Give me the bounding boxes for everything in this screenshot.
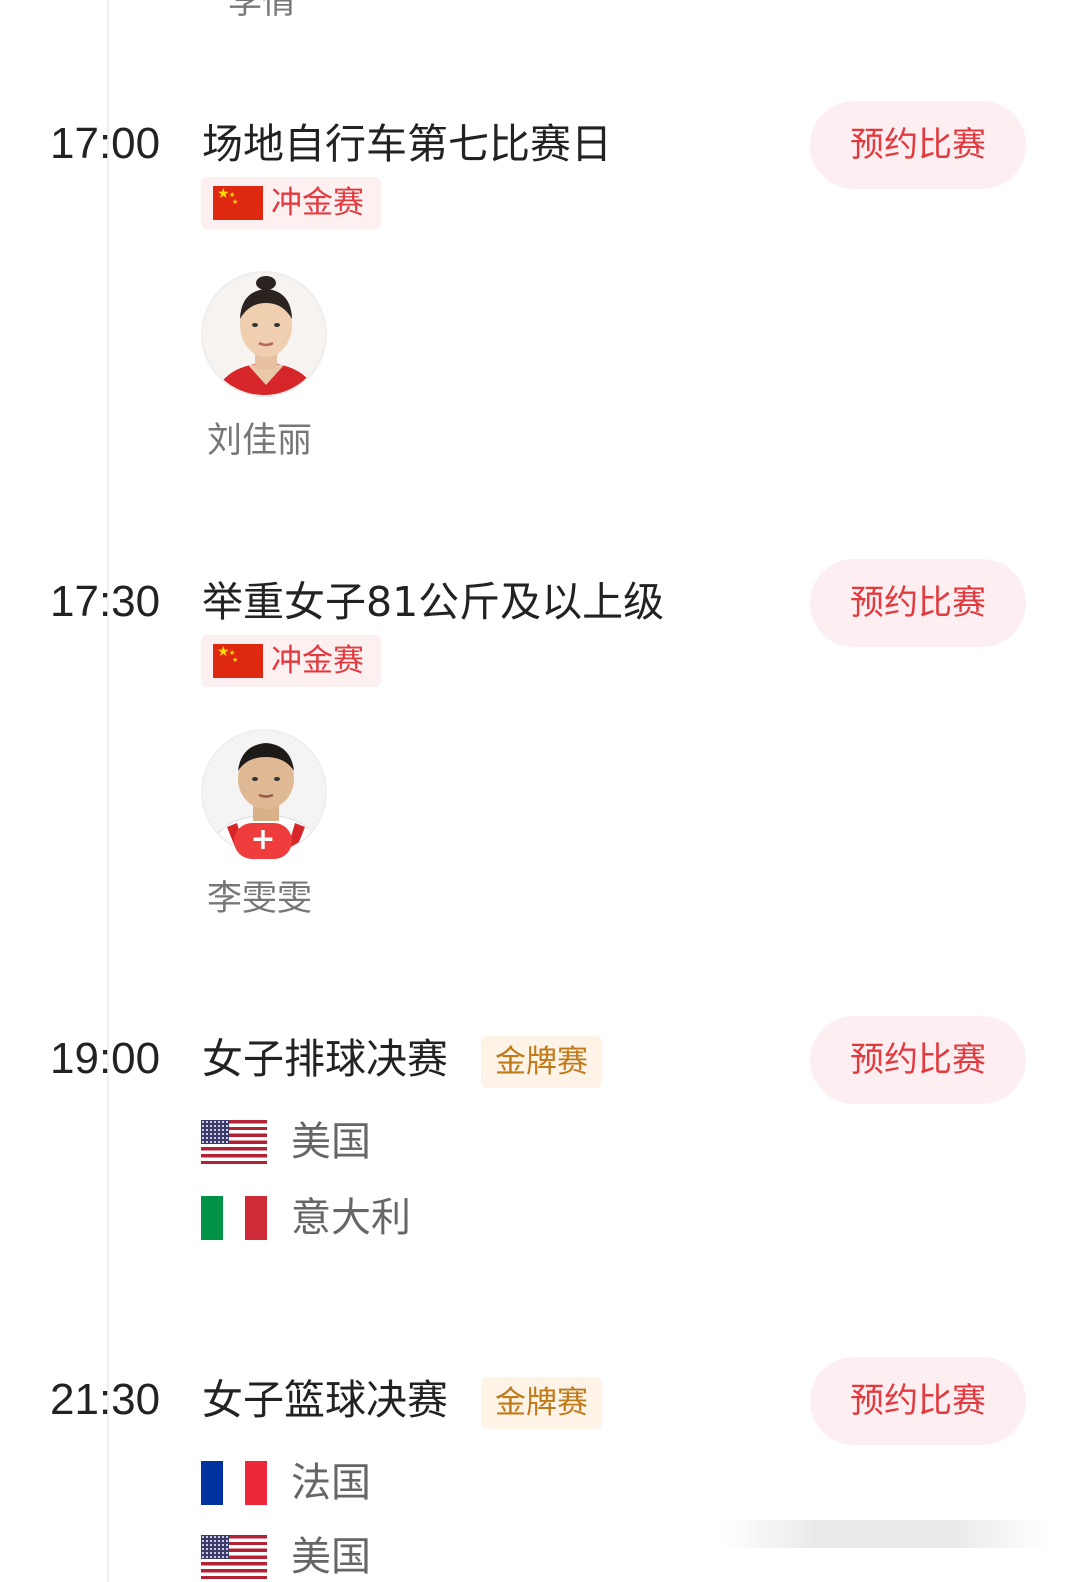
reserve-match-button[interactable]: 预约比赛	[810, 1016, 1026, 1104]
france-flag-icon	[201, 1461, 267, 1505]
reserve-match-button[interactable]: 预约比赛	[810, 559, 1026, 647]
us-flag-icon	[201, 1120, 267, 1164]
team-name: 意大利	[291, 1195, 411, 1241]
event-title: 场地自行车第七比赛日	[202, 120, 612, 168]
plus-badge[interactable]: +	[234, 823, 292, 859]
team-name: 美国	[291, 1534, 371, 1580]
team-row: 美国	[201, 1118, 371, 1166]
china-flag-icon: ★ ★ ★	[213, 644, 263, 678]
tag-label: 冲金赛	[271, 185, 364, 221]
gold-medal-tag: 金牌赛	[481, 1036, 602, 1088]
timeline-line	[107, 0, 109, 1582]
event-time: 19:00	[50, 1034, 161, 1083]
gold-medal-tag: 金牌赛	[481, 1377, 602, 1429]
athlete-avatar[interactable]	[201, 271, 327, 397]
reserve-match-button[interactable]: 预约比赛	[810, 101, 1026, 189]
watermark-bar	[720, 1520, 1050, 1548]
team-row: 法国	[201, 1459, 371, 1507]
china-flag-icon: ★ ★ ★	[213, 186, 263, 220]
tag-label: 冲金赛	[271, 643, 364, 679]
event-title: 女子排球决赛	[202, 1035, 448, 1083]
event-title: 举重女子81公斤及以上级	[202, 578, 665, 626]
athlete-name: 李雯雯	[207, 879, 313, 919]
team-name: 法国	[291, 1460, 371, 1506]
event-time: 21:30	[50, 1375, 161, 1424]
event-time: 17:30	[50, 577, 161, 626]
athlete-name: 刘佳丽	[207, 421, 313, 461]
gold-chase-tag: ★ ★ ★ 冲金赛	[201, 177, 381, 229]
team-name: 美国	[291, 1119, 371, 1165]
italy-flag-icon	[201, 1196, 267, 1240]
reserve-match-button[interactable]: 预约比赛	[810, 1357, 1026, 1445]
event-title: 女子篮球决赛	[202, 1376, 448, 1424]
event-time: 17:00	[50, 119, 161, 168]
us-flag-icon	[201, 1535, 267, 1579]
team-row: 美国	[201, 1533, 371, 1581]
team-row: 意大利	[201, 1194, 411, 1242]
gold-chase-tag: ★ ★ ★ 冲金赛	[201, 635, 381, 687]
athlete-portrait-icon	[203, 273, 325, 395]
athlete-name-partial: 李倩	[228, 0, 296, 22]
